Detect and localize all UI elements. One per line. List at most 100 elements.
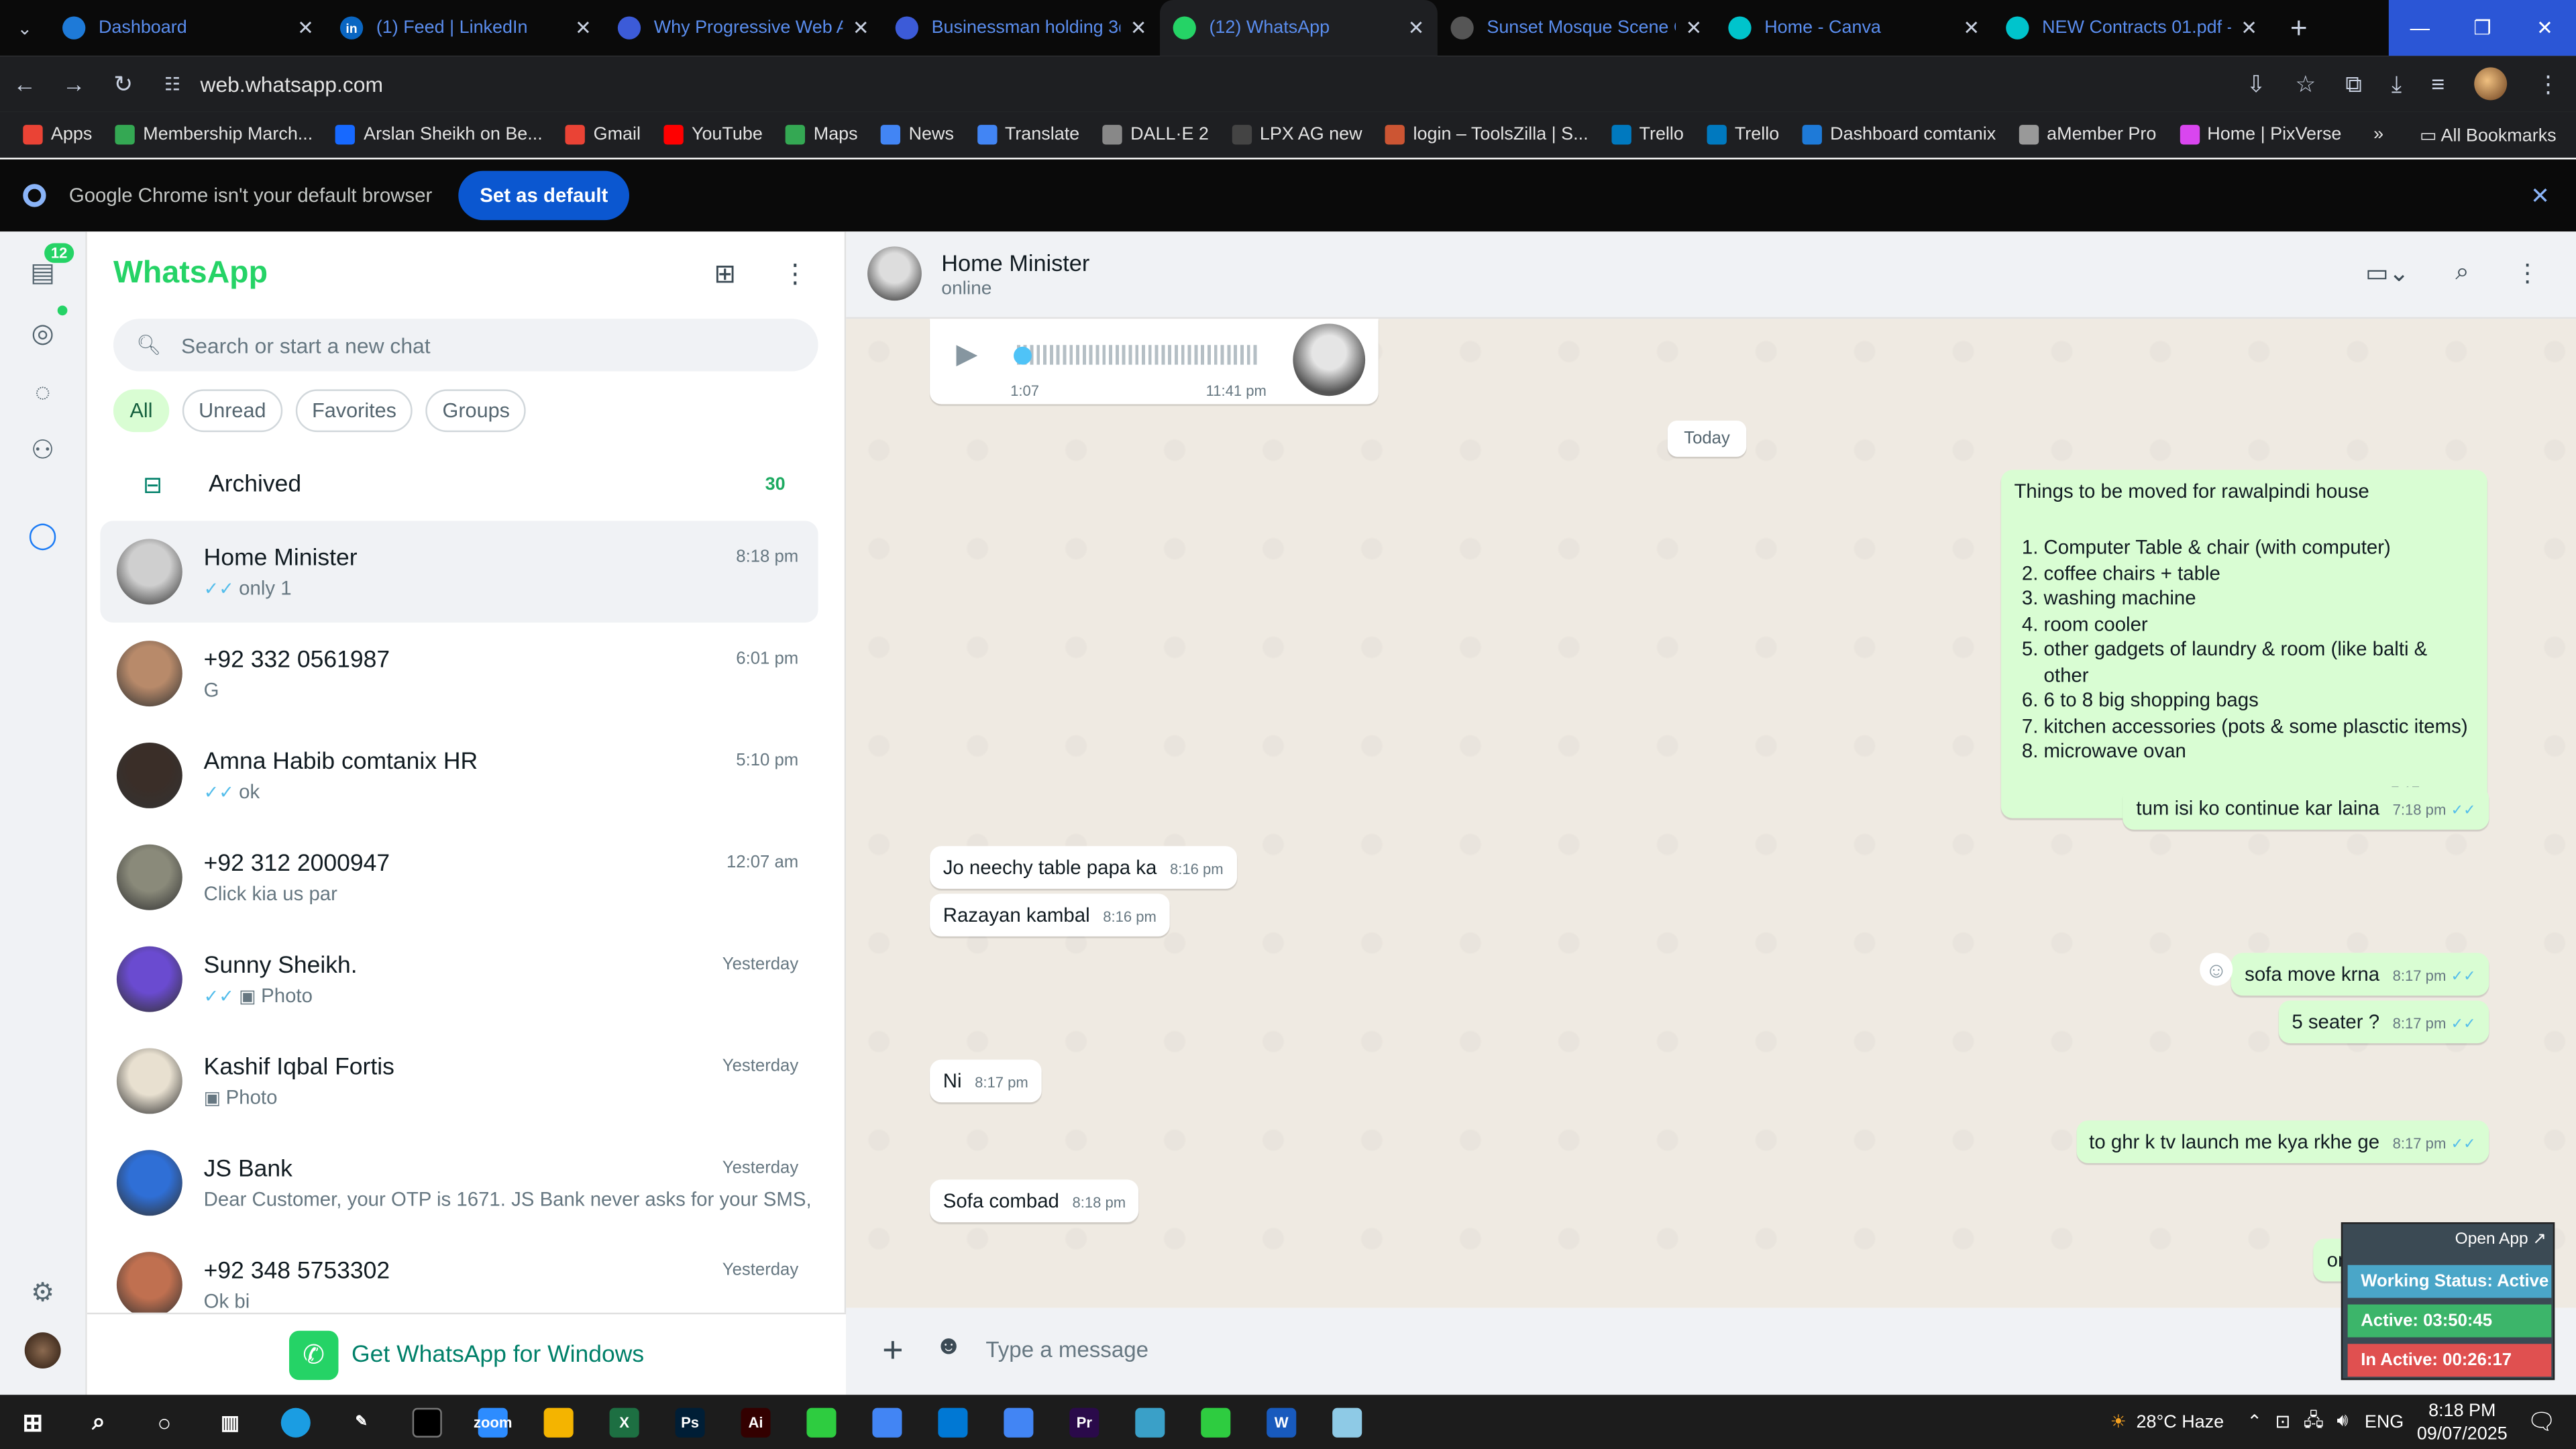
message-bubble-list[interactable]: Things to be moved for rawalpindi house … bbox=[2000, 470, 2487, 818]
communities-icon[interactable]: ⚇ bbox=[25, 432, 61, 468]
tab-close-icon[interactable]: ✕ bbox=[853, 16, 869, 39]
sidebar-menu-icon[interactable]: ⋮ bbox=[782, 258, 808, 290]
message-bubble[interactable]: 5 seater ? 8:17 pm ✓✓ bbox=[2278, 1000, 2489, 1044]
status-icon[interactable]: ◎ bbox=[25, 315, 61, 352]
message-bubble[interactable]: Razayan kambal 8:16 pm bbox=[930, 894, 1170, 936]
all-bookmarks-button[interactable]: ▭ All Bookmarks bbox=[2420, 124, 2557, 145]
new-chat-icon[interactable]: ⊞ bbox=[714, 258, 736, 290]
tab-close-icon[interactable]: ✕ bbox=[297, 16, 314, 39]
meta-ai-icon[interactable]: ◯ bbox=[25, 517, 61, 553]
bookmark-8[interactable]: DALL·E 2 bbox=[1102, 125, 1209, 145]
chat-row[interactable]: +92 312 2000947 Click kia us par 12:07 am bbox=[100, 826, 818, 928]
filter-favorites[interactable]: Favorites bbox=[295, 389, 413, 433]
bookmark-11[interactable]: Trello bbox=[1611, 125, 1684, 145]
pen-icon[interactable]: ✎ bbox=[329, 1395, 394, 1449]
clock[interactable]: 8:18 PM 09/07/2025 bbox=[2417, 1399, 2508, 1445]
message-bubble[interactable]: Jo neechy table papa ka 8:16 pm bbox=[930, 846, 1237, 889]
bookmark-10[interactable]: login – ToolsZilla | S... bbox=[1385, 125, 1589, 145]
conversation-header[interactable]: Home Minister online ▭⌄ ⌕ ⋮ bbox=[846, 231, 2576, 319]
chat-row[interactable]: Home Minister ✓✓ only 1 8:18 pm bbox=[100, 521, 818, 623]
settings-icon[interactable]: ⚙ bbox=[25, 1275, 61, 1311]
emoji-reaction-icon[interactable]: ☺ bbox=[2200, 953, 2233, 986]
terminal-icon[interactable] bbox=[394, 1395, 460, 1449]
tab-7[interactable]: NEW Contracts 01.pdf - 8 ✕ bbox=[1993, 0, 2271, 56]
tray-chevron-icon[interactable]: ⌃ bbox=[2247, 1411, 2262, 1432]
taskbar-app-2[interactable]: X bbox=[592, 1395, 657, 1449]
profile-avatar[interactable] bbox=[2474, 67, 2508, 101]
voice-message[interactable]: ▶ 1:07 11:41 pm bbox=[930, 319, 1379, 405]
volume-icon[interactable]: 🔊︎ bbox=[2337, 1411, 2348, 1433]
install-app-icon[interactable]: ⇩ bbox=[2247, 70, 2266, 98]
downloads-icon[interactable]: ⤓ bbox=[2392, 70, 2402, 98]
archived-row[interactable]: ⊟ Archived 30 bbox=[113, 457, 818, 513]
taskbar-app-6[interactable] bbox=[854, 1395, 920, 1449]
taskbar-app-3[interactable]: Ps bbox=[657, 1395, 723, 1449]
chat-row[interactable]: Kashif Iqbal Fortis ▣ Photo Yesterday bbox=[100, 1030, 818, 1132]
back-button[interactable]: ← bbox=[0, 70, 49, 97]
bookmark-5[interactable]: Maps bbox=[786, 125, 858, 145]
attach-icon[interactable]: + bbox=[882, 1329, 903, 1372]
chat-row[interactable]: +92 332 0561987 G 6:01 pm bbox=[100, 623, 818, 724]
bookmark-2[interactable]: Arslan Sheikh on Be... bbox=[335, 125, 543, 145]
open-app-link[interactable]: Open App ↗ bbox=[2455, 1230, 2546, 1248]
taskbar-app-5[interactable] bbox=[789, 1395, 855, 1449]
taskbar-app-9[interactable]: Pr bbox=[1051, 1395, 1117, 1449]
chat-row[interactable]: Sunny Sheikh. ✓✓ ▣ Photo Yesterday bbox=[100, 928, 818, 1030]
play-icon[interactable]: ▶ bbox=[956, 338, 977, 371]
message-bubble[interactable]: to ghr k tv launch me kya rkhe ge 8:17 pm… bbox=[2076, 1120, 2489, 1163]
message-bubble[interactable]: sofa move krna 8:17 pm ✓✓ bbox=[2231, 953, 2489, 996]
reload-button[interactable]: ↻ bbox=[99, 70, 148, 98]
bookmark-1[interactable]: Membership March... bbox=[115, 125, 313, 145]
get-windows-banner[interactable]: ✆ Get WhatsApp for Windows bbox=[87, 1312, 847, 1395]
infobar-close-icon[interactable]: ✕ bbox=[2530, 182, 2550, 210]
tab-3[interactable]: Businessman holding 3d ✕ bbox=[882, 0, 1160, 56]
taskbar-search-icon[interactable]: ⌕ bbox=[66, 1395, 131, 1449]
bookmark-14[interactable]: aMember Pro bbox=[2019, 125, 2156, 145]
extensions-icon[interactable]: ⧉ bbox=[2345, 70, 2361, 98]
set-default-button[interactable]: Set as default bbox=[458, 170, 630, 221]
taskbar-app-4[interactable]: Ai bbox=[723, 1395, 789, 1449]
notifications-icon[interactable]: 🗨︎ bbox=[2527, 1408, 2557, 1436]
search-icon[interactable]: ⌕ bbox=[2455, 258, 2469, 287]
taskbar-app-13[interactable] bbox=[1314, 1395, 1380, 1449]
tab-close-icon[interactable]: ✕ bbox=[2241, 16, 2257, 39]
conversation-menu-icon[interactable]: ⋮ bbox=[2515, 258, 2540, 288]
contact-avatar[interactable] bbox=[867, 246, 922, 301]
profile-icon[interactable] bbox=[24, 1332, 61, 1369]
tab-close-icon[interactable]: ✕ bbox=[575, 16, 592, 39]
bookmark-13[interactable]: Dashboard comtanix bbox=[1802, 125, 1996, 145]
cortana-icon[interactable]: ○ bbox=[131, 1395, 197, 1449]
filter-groups[interactable]: Groups bbox=[426, 389, 527, 433]
edge-icon[interactable] bbox=[263, 1395, 329, 1449]
tab-6[interactable]: Home - Canva ✕ bbox=[1715, 0, 1993, 56]
taskbar-app-0[interactable]: zoom bbox=[460, 1395, 526, 1449]
weather-text[interactable]: 28°C Haze bbox=[2137, 1412, 2224, 1432]
tab-0[interactable]: Dashboard ✕ bbox=[49, 0, 327, 56]
bookmark-3[interactable]: Gmail bbox=[566, 125, 641, 145]
tab-2[interactable]: Why Progressive Web App ✕ bbox=[604, 0, 882, 56]
forward-button[interactable]: → bbox=[49, 70, 98, 97]
taskbar-app-1[interactable] bbox=[526, 1395, 592, 1449]
bookmark-6[interactable]: News bbox=[880, 125, 954, 145]
tab-close-icon[interactable]: ✕ bbox=[1963, 16, 1980, 39]
message-bubble[interactable]: Sofa combad 8:18 pm bbox=[930, 1179, 1139, 1223]
waveform[interactable] bbox=[1016, 345, 1260, 365]
tab-1[interactable]: in (1) Feed | LinkedIn ✕ bbox=[327, 0, 604, 56]
more-bookmarks-icon[interactable]: » bbox=[2373, 125, 2383, 144]
sticker-icon[interactable]: ☻ bbox=[934, 1332, 962, 1362]
chat-row[interactable]: JS Bank Dear Customer, your OTP is 1671. … bbox=[100, 1132, 818, 1234]
start-button[interactable]: ⊞ bbox=[0, 1395, 66, 1449]
language-indicator[interactable]: ENG bbox=[2365, 1412, 2404, 1432]
restore-button[interactable]: ❐ bbox=[2451, 0, 2514, 56]
search-input[interactable]: 🔍︎ Search or start a new chat bbox=[113, 319, 818, 372]
tab-4[interactable]: (12) WhatsApp ✕ bbox=[1159, 0, 1438, 56]
bookmark-15[interactable]: Home | PixVerse bbox=[2179, 125, 2341, 145]
tab-5[interactable]: Sunset Mosque Scene Co ✕ bbox=[1438, 0, 1715, 56]
taskbar-app-7[interactable] bbox=[920, 1395, 985, 1449]
message-bubble[interactable]: tum isi ko continue kar laina 7:18 pm ✓✓ bbox=[2123, 787, 2489, 830]
address-bar[interactable]: ☷ web.whatsapp.com bbox=[164, 61, 2300, 107]
progress-knob[interactable] bbox=[1014, 346, 1032, 365]
taskbar-app-10[interactable] bbox=[1117, 1395, 1183, 1449]
filter-all[interactable]: All bbox=[113, 389, 170, 433]
tab-close-icon[interactable]: ✕ bbox=[1130, 16, 1147, 39]
